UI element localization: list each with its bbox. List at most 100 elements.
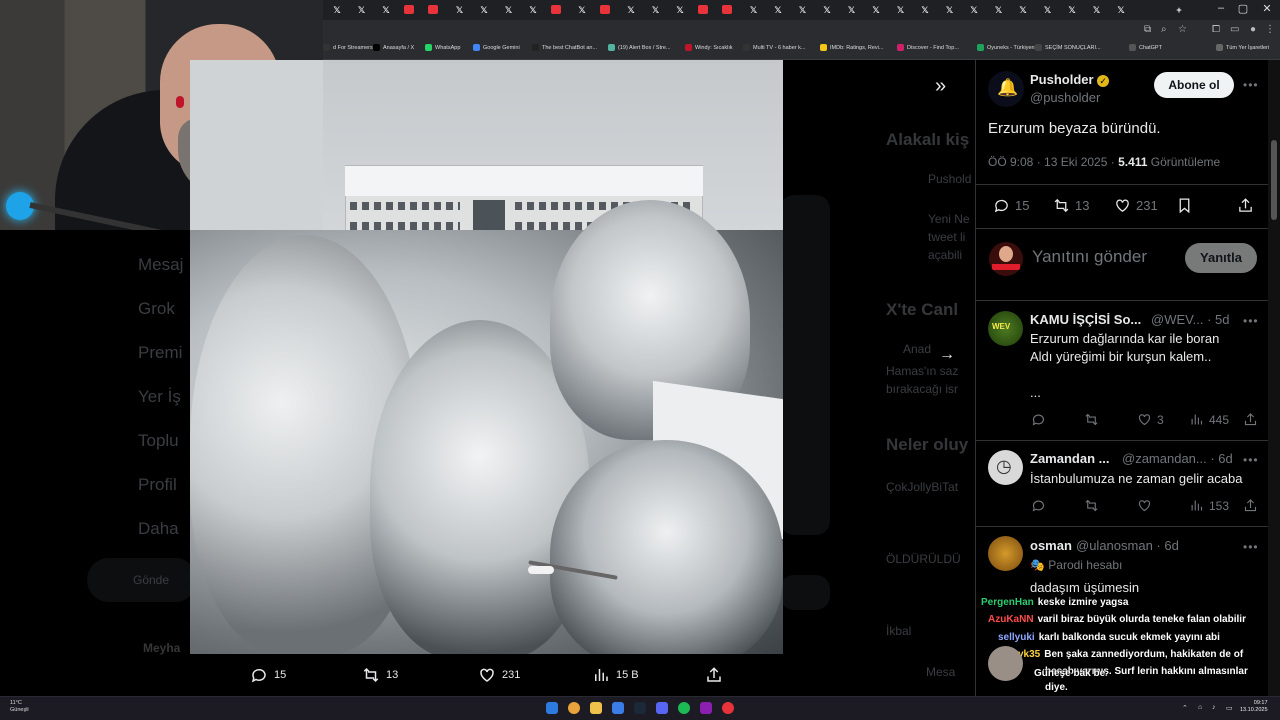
bookmark-item[interactable]: Multi TV - 6 haber k...	[743, 44, 805, 51]
browser-tab[interactable]: 𝕏	[747, 3, 761, 17]
collapse-panel-icon[interactable]: »	[935, 75, 946, 98]
battery-icon[interactable]: ▭	[1226, 704, 1233, 712]
zoom-icon[interactable]: ⌕	[1161, 24, 1167, 35]
tweet-more-icon[interactable]: •••	[1243, 78, 1259, 92]
browser-tab[interactable]: 𝕏	[355, 3, 369, 17]
browser-tab[interactable]: 𝕏	[967, 3, 981, 17]
tweet-author-handle[interactable]: @pusholder	[1030, 90, 1100, 105]
media-retweet-button[interactable]: 13	[362, 666, 398, 684]
reply-avatar[interactable]	[988, 646, 1023, 681]
browser-tab[interactable]	[697, 5, 708, 14]
reply-views-button[interactable]: 153	[1189, 498, 1229, 513]
start-icon[interactable]	[546, 702, 558, 714]
tweet-share-button[interactable]	[1237, 197, 1254, 214]
browser-tab[interactable]: 𝕏	[502, 3, 516, 17]
browser-tab[interactable]: 𝕏	[796, 3, 810, 17]
obs-icon[interactable]	[700, 702, 712, 714]
bookmark-item[interactable]: (19) Alert Box / Stre...	[608, 44, 671, 51]
browser-tab[interactable]: 𝕏	[771, 3, 785, 17]
tweet-media-image[interactable]	[190, 60, 783, 654]
maximize-icon[interactable]: ▢	[1232, 2, 1254, 15]
bookmark-item[interactable]: Google Gemini	[473, 44, 520, 51]
bookmark-item[interactable]: Oyuneks - Türkiyeni...	[977, 44, 1040, 51]
reply-share-button[interactable]	[1243, 498, 1258, 513]
reply-like-button[interactable]	[1137, 498, 1152, 513]
edge-icon[interactable]	[612, 702, 624, 714]
new-tab-button[interactable]: +	[1172, 3, 1186, 17]
browser-tab[interactable]	[599, 5, 610, 14]
bookmark-item[interactable]: Tüm Yer İşaretleri	[1216, 44, 1269, 51]
app-icon[interactable]	[722, 702, 734, 714]
profile-icon[interactable]: ●	[1250, 24, 1256, 35]
browser-tab[interactable]: 𝕏	[624, 3, 638, 17]
browser-tab[interactable]	[550, 5, 561, 14]
reply-share-button[interactable]	[1243, 412, 1258, 427]
browser-tab[interactable]: 𝕏	[673, 3, 687, 17]
next-media-arrow-icon[interactable]: →	[939, 346, 955, 364]
browser-tab[interactable]: 𝕏	[477, 3, 491, 17]
reply-retweet-button[interactable]	[1084, 498, 1099, 513]
media-like-button[interactable]: 231	[478, 666, 520, 684]
browser-tab[interactable]: 𝕏	[575, 3, 589, 17]
browser-tab[interactable]: 𝕏	[869, 3, 883, 17]
reply-avatar[interactable]: WEV	[988, 311, 1023, 346]
bookmark-item[interactable]: Windy: Sıcaklık	[685, 44, 733, 51]
reply-author-name[interactable]: osman	[1030, 538, 1072, 553]
sidebar-icon[interactable]: ▭	[1230, 24, 1239, 35]
reply-author-handle[interactable]: @zamandan... · 6d	[1122, 451, 1233, 466]
bookmark-item[interactable]: Discover - Find Top...	[897, 44, 959, 51]
reply-more-icon[interactable]: •••	[1243, 314, 1259, 328]
folder-icon[interactable]	[590, 702, 602, 714]
browser-tab[interactable]	[403, 5, 414, 14]
bookmark-item[interactable]: SEÇİM SONUÇLARI...	[1035, 44, 1101, 51]
media-views-button[interactable]: 15 B	[592, 666, 639, 684]
browser-tab[interactable]: 𝕏	[1016, 3, 1030, 17]
follow-button[interactable]: Abone ol	[1154, 72, 1234, 98]
chrome-icon[interactable]	[568, 702, 580, 714]
reply-reply-button[interactable]	[1031, 498, 1046, 513]
browser-tab[interactable]: 𝕏	[845, 3, 859, 17]
system-clock[interactable]: 09:17 13.10.2025	[1240, 700, 1268, 714]
browser-tab[interactable]: 𝕏	[1065, 3, 1079, 17]
browser-tab[interactable]	[722, 5, 732, 14]
cast-icon[interactable]: ⧉	[1144, 24, 1151, 35]
bookmark-item[interactable]: WhatsApp	[425, 44, 460, 51]
pusholder-avatar[interactable]: 🔔	[988, 71, 1024, 107]
browser-tab[interactable]: 𝕏	[918, 3, 932, 17]
browser-tab[interactable]: 𝕏	[330, 3, 344, 17]
tweet-author-name[interactable]: Pusholder ✓	[1030, 72, 1110, 87]
tweet-like-button[interactable]: 231	[1114, 197, 1158, 214]
minimize-icon[interactable]: –	[1210, 2, 1232, 14]
tweet-retweet-button[interactable]: 13	[1053, 197, 1089, 214]
reply-more-icon[interactable]: •••	[1243, 540, 1259, 554]
browser-tab[interactable]: 𝕏	[379, 3, 393, 17]
browser-tab[interactable]: 𝕏	[453, 3, 467, 17]
bookmark-button[interactable]	[1176, 197, 1193, 214]
reply-submit-button[interactable]: Yanıtla	[1185, 243, 1257, 273]
reply-author-handle[interactable]: @WEV... · 5d	[1151, 312, 1229, 327]
weather-widget[interactable]: 11°C Güneşli	[10, 700, 29, 714]
reply-input[interactable]: Yanıtını gönder	[1032, 247, 1147, 267]
discord-icon[interactable]	[656, 702, 668, 714]
reply-more-icon[interactable]: •••	[1243, 453, 1259, 467]
browser-tab[interactable]	[428, 5, 438, 14]
browser-tab[interactable]: 𝕏	[526, 3, 540, 17]
media-reply-button[interactable]: 15	[250, 666, 286, 684]
bookmark-item[interactable]: IMDb: Ratings, Revi...	[820, 44, 884, 51]
star-icon[interactable]: ☆	[1178, 24, 1187, 35]
bookmark-item[interactable]: The best ChatBot an...	[532, 44, 597, 51]
menu-icon[interactable]: ⋮	[1265, 24, 1275, 35]
browser-tab[interactable]: 𝕏	[649, 3, 663, 17]
volume-icon[interactable]: ♪	[1212, 704, 1216, 711]
scrollbar[interactable]	[1268, 60, 1280, 696]
network-icon[interactable]: ⌂	[1198, 704, 1202, 711]
extensions-icon[interactable]: ⧠	[1212, 24, 1220, 35]
reply-like-button[interactable]: 3	[1137, 412, 1164, 427]
browser-tab[interactable]: 𝕏	[943, 3, 957, 17]
close-window-icon[interactable]: ✕	[1256, 2, 1278, 15]
reply-avatar[interactable]: ◷	[988, 450, 1023, 485]
spotify-icon[interactable]	[678, 702, 690, 714]
reply-author-name[interactable]: KAMU İŞÇİSİ So...	[1030, 312, 1141, 327]
reply-author-name[interactable]: Zamandan ...	[1030, 451, 1109, 466]
reply-avatar[interactable]	[988, 536, 1023, 571]
